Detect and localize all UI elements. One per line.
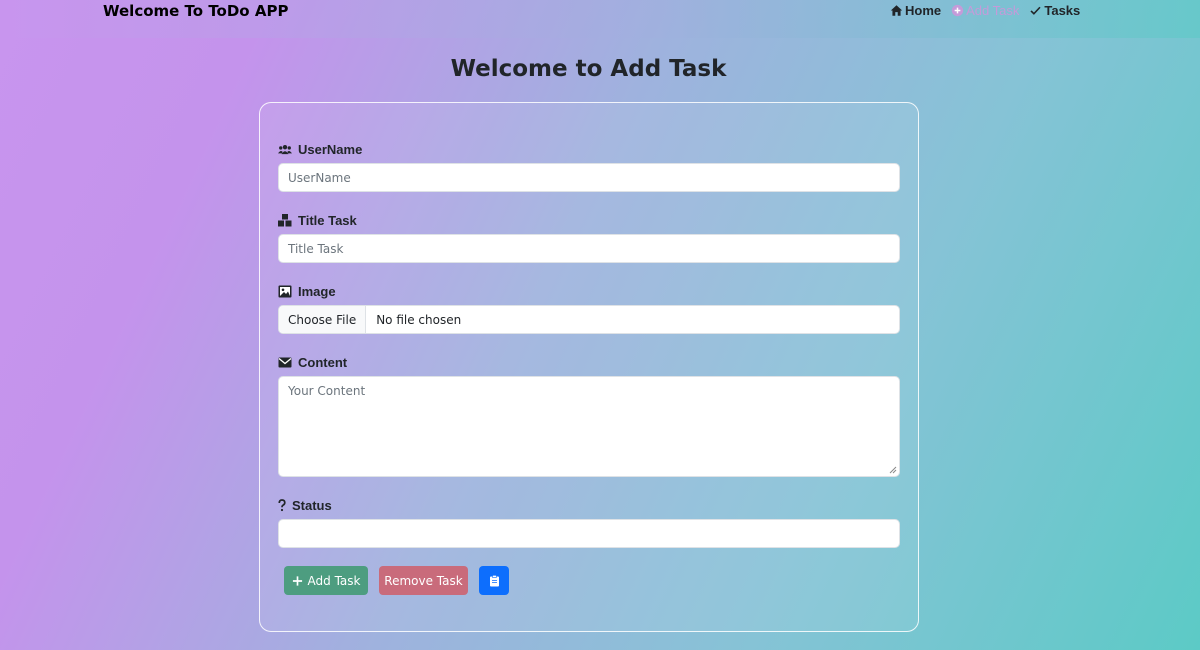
nav-add-task[interactable]: Add Task — [951, 3, 1019, 18]
add-task-form: UserName UserName Title Task Title Task … — [259, 102, 919, 632]
cubes-icon — [278, 214, 292, 227]
file-status: No file chosen — [376, 312, 462, 327]
check-icon — [1030, 6, 1041, 15]
content-textarea[interactable]: Your Content — [278, 376, 900, 477]
username-input[interactable]: UserName — [278, 163, 900, 192]
nav-links: Home Add Task Tasks — [890, 3, 1080, 18]
nav-tasks[interactable]: Tasks — [1029, 3, 1080, 18]
envelope-icon — [278, 357, 292, 368]
home-icon — [890, 5, 903, 16]
title-task-label-text: Title Task — [298, 213, 357, 228]
page-title: Welcome to Add Task — [450, 56, 727, 82]
image-label: Image — [278, 284, 336, 299]
nav-home[interactable]: Home — [890, 3, 941, 18]
add-task-button[interactable]: Add Task — [284, 566, 368, 595]
image-label-text: Image — [298, 284, 336, 299]
nav-add-task-label: Add Task — [966, 3, 1020, 18]
content-label: Content — [278, 355, 347, 370]
username-label-text: UserName — [298, 142, 363, 157]
remove-task-button[interactable]: Remove Task — [379, 566, 468, 595]
content-label-text: Content — [298, 355, 348, 370]
title-task-label: Title Task — [278, 213, 357, 228]
add-task-button-label: Add Task — [307, 573, 361, 588]
content-placeholder: Your Content — [288, 384, 366, 398]
status-label: Status — [278, 498, 332, 513]
navbar: Welcome To ToDo APP Home Add Task Tasks — [0, 0, 1200, 38]
nav-tasks-label: Tasks — [1044, 3, 1081, 18]
clipboard-icon — [489, 574, 499, 586]
image-icon — [278, 285, 292, 298]
username-label: UserName — [278, 142, 362, 157]
choose-file-button[interactable]: Choose File — [279, 306, 367, 333]
image-file-input[interactable]: Choose File No file chosen — [278, 305, 900, 334]
question-icon — [278, 499, 286, 512]
status-input[interactable] — [278, 519, 900, 548]
title-task-placeholder: Title Task — [288, 241, 344, 256]
resize-grip-icon[interactable] — [889, 466, 897, 474]
username-placeholder: UserName — [288, 170, 351, 185]
nav-home-label: Home — [905, 3, 942, 18]
title-task-input[interactable]: Title Task — [278, 234, 900, 263]
clipboard-button[interactable] — [479, 566, 509, 595]
plus-icon — [292, 575, 302, 586]
plus-circle-icon — [951, 4, 964, 17]
status-label-text: Status — [292, 498, 332, 513]
remove-task-button-label: Remove Task — [384, 573, 463, 588]
brand-title[interactable]: Welcome To ToDo APP — [103, 2, 288, 20]
users-icon — [278, 144, 292, 155]
